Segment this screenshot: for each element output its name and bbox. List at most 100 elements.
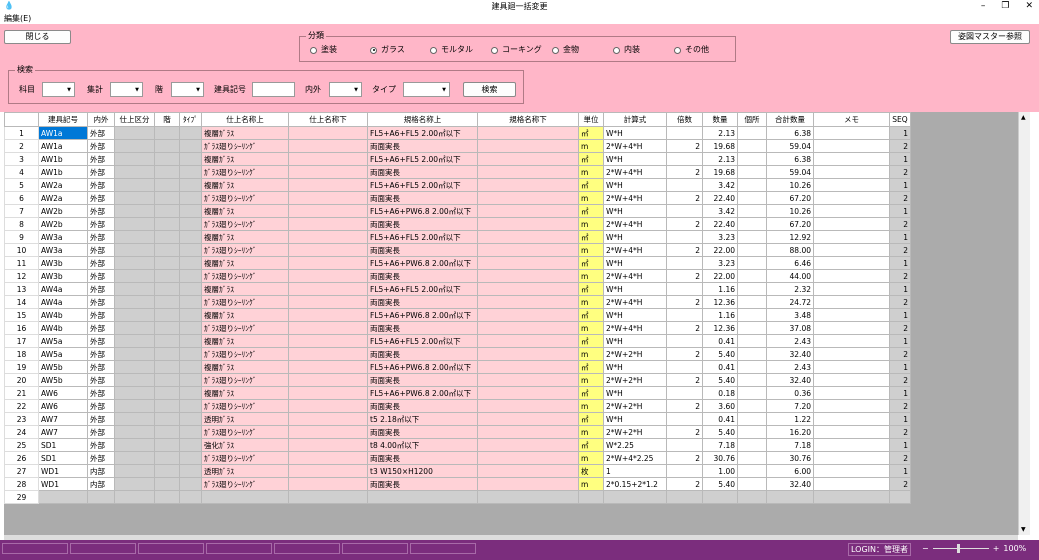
restore-icon[interactable]: ❐: [1001, 0, 1009, 13]
table-cell[interactable]: 2*W+4*H: [603, 295, 667, 309]
table-cell[interactable]: [813, 490, 890, 504]
table-cell[interactable]: [477, 217, 579, 231]
table-cell[interactable]: ｶﾞﾗｽ廻りｼｰﾘﾝｸﾞ: [201, 269, 289, 283]
table-cell[interactable]: FL5+A6+PW6.8 2.00㎡以下: [367, 204, 478, 218]
table-cell[interactable]: [737, 295, 767, 309]
table-cell[interactable]: [114, 412, 155, 426]
table-cell[interactable]: 1.16: [702, 308, 738, 322]
table-cell[interactable]: 2: [889, 451, 911, 465]
table-cell[interactable]: 外部: [87, 204, 115, 218]
table-cell[interactable]: m: [578, 165, 604, 179]
table-cell[interactable]: [154, 347, 180, 361]
table-cell[interactable]: 2*W+4*H: [603, 165, 667, 179]
table-cell[interactable]: FL5+A6+FL5 2.00㎡以下: [367, 152, 478, 166]
table-cell[interactable]: 外部: [87, 386, 115, 400]
table-cell[interactable]: [737, 165, 767, 179]
column-header[interactable]: 倍数: [666, 112, 703, 127]
table-cell[interactable]: 2.43: [766, 360, 814, 374]
table-cell[interactable]: 透明ｶﾞﾗｽ: [201, 412, 289, 426]
radio-paint[interactable]: 塗装: [310, 45, 337, 55]
table-cell[interactable]: AW3a: [38, 243, 88, 257]
table-cell[interactable]: [87, 490, 115, 504]
table-cell[interactable]: 1: [889, 334, 911, 348]
table-cell[interactable]: m: [578, 191, 604, 205]
table-cell[interactable]: 5.40: [702, 373, 738, 387]
table-cell[interactable]: [179, 360, 202, 374]
table-cell[interactable]: [114, 477, 155, 491]
table-cell[interactable]: [179, 321, 202, 335]
table-cell[interactable]: [154, 243, 180, 257]
table-cell[interactable]: 外部: [87, 425, 115, 439]
table-row[interactable]: 3 AW1b 外部 複層ｶﾞﾗｽ FL5+A6+FL5 2.00㎡以下 ㎡ W*H 2.13 6…: [4, 152, 911, 166]
table-cell[interactable]: 複層ｶﾞﾗｽ: [201, 152, 289, 166]
table-cell[interactable]: [288, 412, 368, 426]
table-cell[interactable]: 3.48: [766, 308, 814, 322]
table-cell[interactable]: 2: [889, 425, 911, 439]
table-cell[interactable]: ｶﾞﾗｽ廻りｼｰﾘﾝｸﾞ: [201, 243, 289, 257]
table-cell[interactable]: [288, 282, 368, 296]
table-cell[interactable]: [114, 399, 155, 413]
table-cell[interactable]: 12.36: [702, 295, 738, 309]
table-cell[interactable]: [666, 490, 703, 504]
table-cell[interactable]: [477, 178, 579, 192]
table-cell[interactable]: WD1: [38, 464, 88, 478]
table-cell[interactable]: 2: [889, 139, 911, 153]
table-cell[interactable]: m: [578, 477, 604, 491]
table-cell[interactable]: [288, 217, 368, 231]
table-cell[interactable]: [477, 256, 579, 270]
table-cell[interactable]: 19.68: [702, 139, 738, 153]
table-cell[interactable]: [114, 321, 155, 335]
table-cell[interactable]: [477, 243, 579, 257]
table-cell[interactable]: AW1b: [38, 165, 88, 179]
table-cell[interactable]: 22.40: [702, 217, 738, 231]
table-cell[interactable]: 2*W+4*H: [603, 243, 667, 257]
minimize-icon[interactable]: –: [981, 0, 986, 13]
table-cell[interactable]: [737, 256, 767, 270]
table-cell[interactable]: [813, 282, 890, 296]
table-row[interactable]: 10 AW3a 外部 ｶﾞﾗｽ廻りｼｰﾘﾝｸﾞ 両面実長 m 2*W+4*H 2 22.00 88…: [4, 243, 911, 257]
table-cell[interactable]: [179, 425, 202, 439]
table-cell[interactable]: 3.42: [702, 178, 738, 192]
table-cell[interactable]: [737, 373, 767, 387]
table-cell[interactable]: 7.18: [766, 438, 814, 452]
table-cell[interactable]: 内部: [87, 477, 115, 491]
table-cell[interactable]: [477, 139, 579, 153]
table-cell[interactable]: [813, 217, 890, 231]
table-row[interactable]: 7 AW2b 外部 複層ｶﾞﾗｽ FL5+A6+PW6.8 2.00㎡以下 ㎡ W*H 3.4…: [4, 204, 911, 218]
table-cell[interactable]: [154, 204, 180, 218]
table-cell[interactable]: m: [578, 139, 604, 153]
table-cell[interactable]: 22.40: [702, 191, 738, 205]
table-cell[interactable]: 外部: [87, 295, 115, 309]
table-cell[interactable]: [154, 399, 180, 413]
table-cell[interactable]: [813, 347, 890, 361]
table-cell[interactable]: 2*W+4*H: [603, 217, 667, 231]
table-cell[interactable]: 3.23: [702, 230, 738, 244]
table-cell[interactable]: [179, 386, 202, 400]
table-cell[interactable]: 両面実長: [367, 165, 478, 179]
table-cell[interactable]: [813, 386, 890, 400]
table-cell[interactable]: AW3b: [38, 256, 88, 270]
table-cell[interactable]: [666, 204, 703, 218]
table-cell[interactable]: [666, 412, 703, 426]
table-cell[interactable]: [813, 295, 890, 309]
table-cell[interactable]: [737, 282, 767, 296]
table-cell[interactable]: 10.26: [766, 178, 814, 192]
table-cell[interactable]: [154, 152, 180, 166]
table-cell[interactable]: [813, 139, 890, 153]
table-cell[interactable]: [666, 334, 703, 348]
table-cell[interactable]: FL5+A6+FL5 2.00㎡以下: [367, 178, 478, 192]
table-cell[interactable]: 1: [889, 360, 911, 374]
table-cell[interactable]: 22.00: [702, 243, 738, 257]
table-cell[interactable]: m: [578, 347, 604, 361]
table-cell[interactable]: [179, 139, 202, 153]
table-cell[interactable]: AW5b: [38, 373, 88, 387]
table-cell[interactable]: [813, 152, 890, 166]
table-cell[interactable]: 2: [666, 373, 703, 387]
table-cell[interactable]: [477, 490, 579, 504]
table-cell[interactable]: [477, 152, 579, 166]
table-cell[interactable]: AW1b: [38, 152, 88, 166]
table-cell[interactable]: 両面実長: [367, 191, 478, 205]
table-cell[interactable]: [702, 490, 738, 504]
table-cell[interactable]: ㎡: [578, 178, 604, 192]
table-cell[interactable]: [477, 282, 579, 296]
